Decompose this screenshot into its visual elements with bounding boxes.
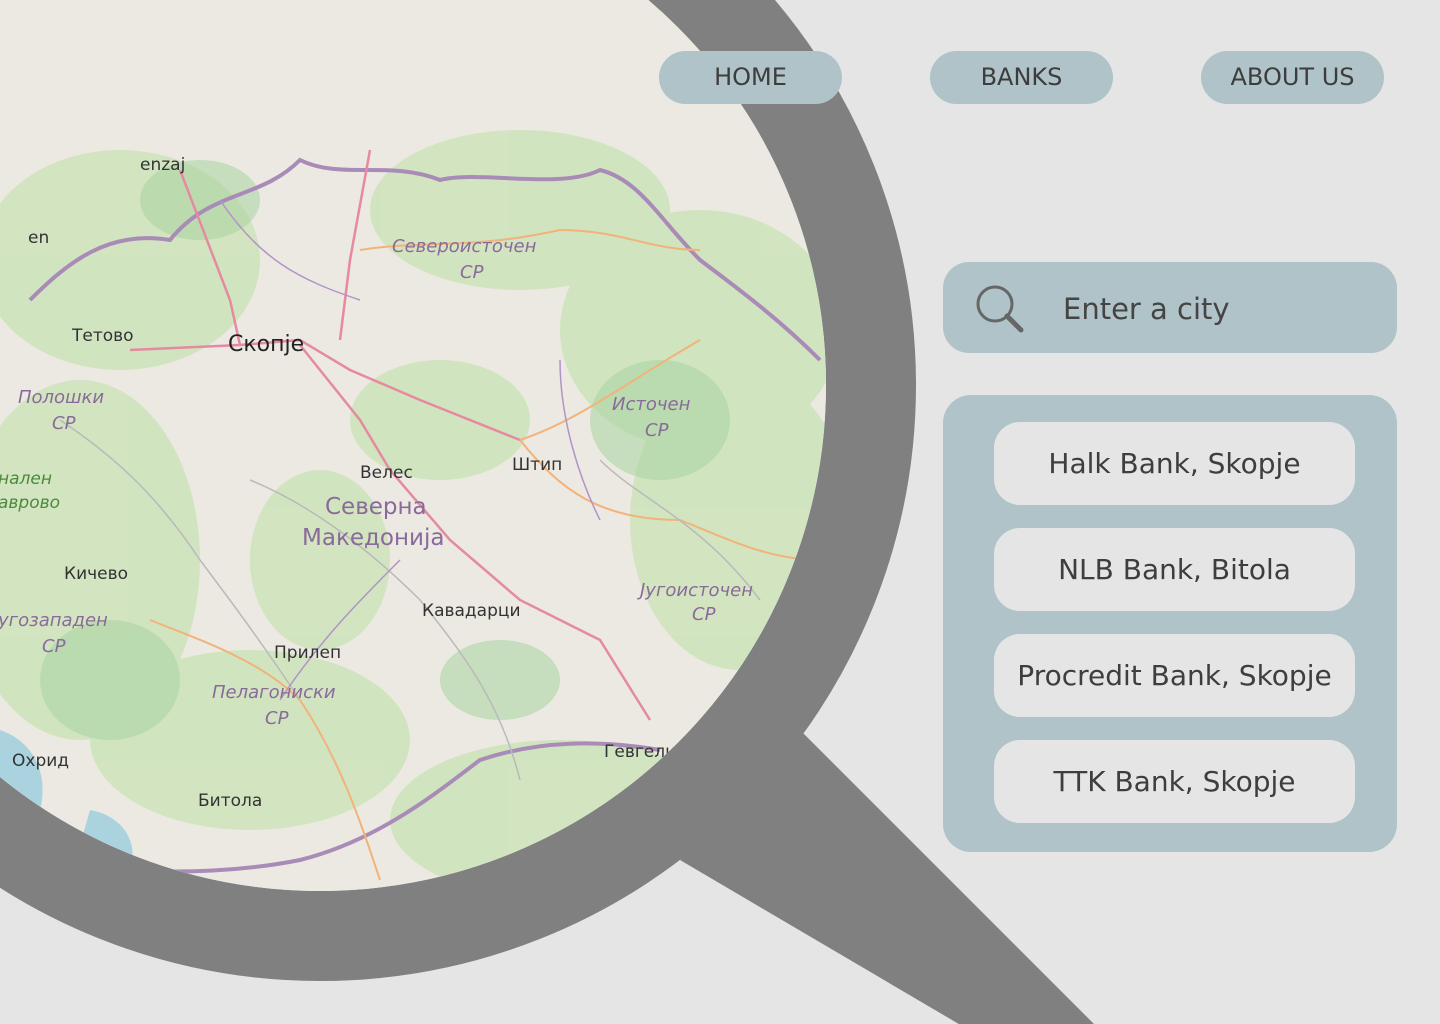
map-label-shtip: Штип — [512, 455, 562, 475]
map-label-southwest-region-abbr: СР — [42, 636, 66, 657]
map-label-southwest-region: угозападен — [0, 610, 108, 631]
map-label-polog-region-abbr: СР — [52, 413, 76, 434]
search-icon[interactable] — [973, 282, 1025, 334]
search-input[interactable] — [1061, 284, 1365, 334]
map-label-tetovo: Тетово — [71, 326, 134, 346]
map-label-country: Северна — [325, 494, 427, 520]
map-label-pelagonia-region: Пелагониски — [212, 682, 336, 703]
map-label-prilep: Прилеп — [274, 643, 341, 663]
map-label-nalen: нален — [0, 469, 52, 489]
map-label-skopje: Скопје — [228, 332, 304, 357]
map-label-northeast-region-abbr: СР — [460, 262, 484, 283]
map-label-northeast-region: Североисточен — [392, 236, 537, 257]
nav-banks-button[interactable]: BANKS — [930, 51, 1113, 104]
map-label-avrovo: аврово — [0, 493, 60, 513]
result-item-procredit-bank[interactable]: Procredit Bank, Skopje — [994, 634, 1355, 717]
map-label-southeast-region-abbr: СР — [692, 604, 716, 625]
map-label-east-region: Источен — [612, 394, 691, 415]
map-label-kichevo: Кичево — [64, 564, 128, 584]
results-panel: Halk Bank, Skopje NLB Bank, Bitola Procr… — [943, 395, 1397, 852]
map-label-country-line2: Македонија — [302, 525, 444, 551]
result-item-halk-bank[interactable]: Halk Bank, Skopje — [994, 422, 1355, 505]
nav-home-button[interactable]: HOME — [659, 51, 842, 104]
map-label-kavadarci: Кавадарци — [422, 601, 521, 621]
search-bar — [943, 262, 1397, 353]
result-item-nlb-bank[interactable]: NLB Bank, Bitola — [994, 528, 1355, 611]
map-label-enzaj: enzaj — [140, 155, 185, 175]
map-label-pelagonia-region-abbr: СР — [265, 708, 289, 729]
nav-about-button[interactable]: ABOUT US — [1201, 51, 1384, 104]
map-label-en: en — [28, 228, 49, 248]
map-label-polog-region: Полошки — [18, 387, 104, 408]
map-label-ohrid: Охрид — [12, 751, 69, 771]
map-label-southeast-region: Југоисточен — [637, 580, 753, 601]
map-label-veles: Велес — [360, 463, 413, 483]
result-item-ttk-bank[interactable]: TTK Bank, Skopje — [994, 740, 1355, 823]
map-label-east-region-abbr: СР — [645, 420, 669, 441]
map-label-bitola: Битола — [198, 791, 262, 811]
